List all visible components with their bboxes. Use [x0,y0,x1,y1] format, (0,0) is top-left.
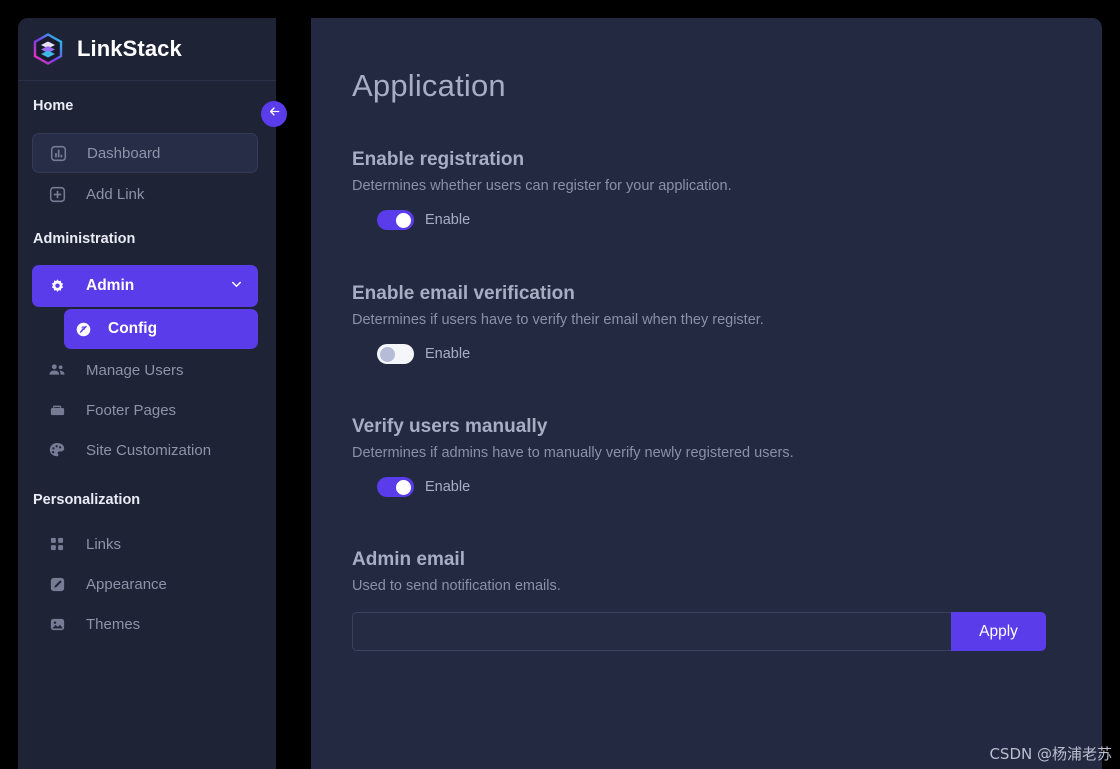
pencil-square-icon [48,575,66,593]
toggle-row: Enable [377,344,1102,364]
brand-title: LinkStack [77,36,182,61]
setting-verify-users-manually: Verify users manually Determines if admi… [352,416,1102,497]
bar-chart-icon [49,144,67,162]
toggle-label: Enable [425,212,471,228]
setting-admin-email: Admin email Used to send notification em… [352,549,1102,651]
sidebar-item-label: Themes [86,615,141,633]
chevron-down-icon [229,277,244,296]
sidebar-item-config[interactable]: Config [64,309,258,349]
sidebar-section-personalization: Personalization [33,492,141,508]
setting-title: Enable email verification [352,283,575,304]
setting-description: Determines if users have to verify their… [352,312,764,328]
sidebar-item-label: Footer Pages [86,401,177,419]
setting-title: Enable registration [352,149,525,170]
sidebar-section-administration: Administration [33,231,136,247]
sidebar-item-admin[interactable]: Admin [32,265,258,307]
toggle-row: Enable [377,477,1102,497]
sidebar-item-label: Site Customization [86,441,212,459]
sidebar-item-links[interactable]: Links [32,525,258,563]
sidebar-item-appearance[interactable]: Appearance [32,565,258,603]
watermark: CSDN @杨浦老苏 [989,745,1112,763]
setting-title: Admin email [352,549,465,570]
sidebar-item-label: Config [108,320,158,337]
apply-button[interactable]: Apply [951,612,1046,651]
sidebar-item-label: Manage Users [86,361,184,379]
sidebar-item-label: Admin [86,277,135,294]
setting-description: Determines whether users can register fo… [352,178,732,194]
sidebar: LinkStack Home Dashboard Add Link Admini… [18,18,276,769]
gear-icon [48,277,66,295]
sidebar-header: LinkStack [18,18,276,81]
grid-icon [48,535,66,553]
image-icon [48,615,66,633]
sidebar-section-home: Home [33,98,74,114]
toggle-enable-email-verification[interactable] [377,344,414,364]
admin-email-input[interactable] [352,612,951,651]
sidebar-item-label: Links [86,535,122,553]
sidebar-item-themes[interactable]: Themes [32,605,258,643]
sidebar-item-label: Add Link [86,185,145,203]
toggle-label: Enable [425,479,471,495]
toggle-knob [396,212,411,228]
sidebar-item-label: Dashboard [87,144,161,162]
arrow-left-icon [267,104,282,124]
setting-description: Determines if admins have to manually ve… [352,445,794,461]
plus-square-icon [48,185,66,203]
toggle-knob [380,346,395,362]
setting-description: Used to send notification emails. [352,578,561,594]
sidebar-collapse-button[interactable] [261,101,287,127]
people-icon [48,361,66,379]
toggle-verify-users-manually[interactable] [377,477,414,497]
toggle-enable-registration[interactable] [377,210,414,230]
sidebar-item-footer-pages[interactable]: Footer Pages [32,391,258,429]
sidebar-item-add-link[interactable]: Add Link [32,175,258,213]
toggle-row: Enable [377,210,1102,230]
briefcase-icon [48,401,66,419]
sidebar-item-site-customization[interactable]: Site Customization [32,431,258,469]
app-window: LinkStack Home Dashboard Add Link Admini… [0,0,1120,769]
page-title: Application [352,68,506,103]
config-circle-icon [74,320,92,338]
palette-icon [48,441,66,459]
toggle-label: Enable [425,346,471,362]
setting-enable-email-verification: Enable email verification Determines if … [352,283,1102,364]
setting-enable-registration: Enable registration Determines whether u… [352,149,1102,230]
admin-email-field-row: Apply [352,612,1046,651]
sidebar-item-manage-users[interactable]: Manage Users [32,351,258,389]
hexagon-layers-icon [32,33,64,65]
sidebar-item-dashboard[interactable]: Dashboard [32,133,258,173]
toggle-knob [396,479,411,495]
main-content: Application Enable registration Determin… [311,18,1102,769]
setting-title: Verify users manually [352,416,548,437]
sidebar-item-label: Appearance [86,575,167,593]
